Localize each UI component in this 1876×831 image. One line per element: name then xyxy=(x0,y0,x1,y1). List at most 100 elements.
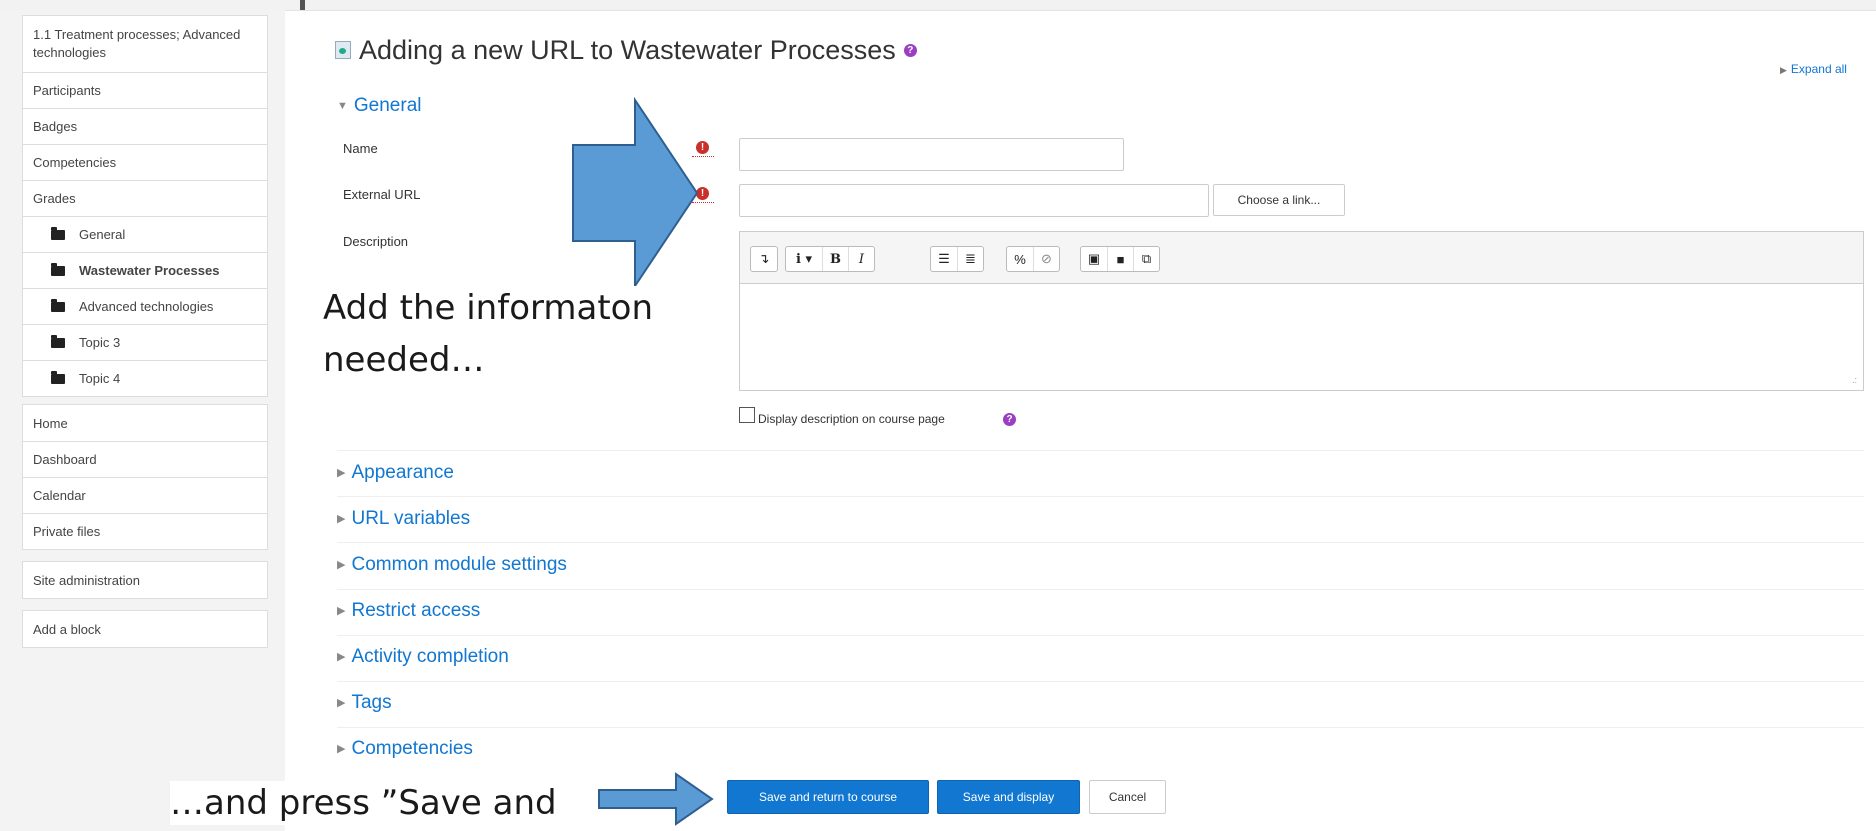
help-icon[interactable]: ? xyxy=(1003,413,1016,426)
section-tags[interactable]: ▶ Tags xyxy=(337,692,392,714)
page-title: Adding a new URL to Wastewater Processes xyxy=(359,34,896,65)
toolbar-group-lists: ☰ ≣ xyxy=(930,246,984,272)
description-editor: ↴ i ▾ B I ☰ ≣ % ⊘ ▣ ■ ⧉ .: xyxy=(739,231,1864,391)
folder-icon xyxy=(51,334,65,348)
toolbar-group-links: % ⊘ xyxy=(1006,246,1060,272)
folder-icon xyxy=(51,370,65,384)
save-and-return-button[interactable]: Save and return to course xyxy=(727,780,929,814)
caret-right-icon: ▶ xyxy=(337,743,346,756)
section-general-header[interactable]: ▼ General xyxy=(337,95,422,117)
image-icon[interactable]: ▣ xyxy=(1081,247,1107,271)
nav-calendar-label: Calendar xyxy=(33,488,86,503)
section-divider xyxy=(337,542,1864,543)
name-label: Name xyxy=(343,141,378,156)
section-competencies[interactable]: ▶ Competencies xyxy=(337,738,473,760)
help-icon[interactable]: ? xyxy=(903,43,917,57)
nav-course-link[interactable]: 1.1 Treatment processes; Advanced techno… xyxy=(23,16,267,72)
caret-right-icon: ▶ xyxy=(337,513,346,526)
nav-competencies[interactable]: Competencies xyxy=(23,144,267,180)
section-common-module-settings[interactable]: ▶ Common module settings xyxy=(337,554,567,576)
nav-section-topic4-label: Topic 4 xyxy=(79,371,121,386)
url-module-icon xyxy=(335,41,351,59)
nav-dashboard-label: Dashboard xyxy=(33,452,97,467)
bold-icon[interactable]: B xyxy=(822,247,848,271)
nav-section-advanced-label: Advanced technologies xyxy=(79,299,214,314)
section-divider xyxy=(337,635,1864,636)
nav-section-topic3-label: Topic 3 xyxy=(79,335,121,350)
left-navigation: 1.1 Treatment processes; Advanced techno… xyxy=(0,10,285,831)
nav-section-wastewater-label: Wastewater Processes xyxy=(79,263,220,278)
nav-course-label: 1.1 Treatment processes; Advanced techno… xyxy=(33,27,241,60)
section-restrict-access-label: Restrict access xyxy=(351,600,481,621)
italic-icon[interactable]: I xyxy=(848,247,874,271)
top-bar-mark xyxy=(300,0,305,10)
page-heading: Adding a new URL to Wastewater Processes… xyxy=(335,30,917,70)
section-common-module-settings-label: Common module settings xyxy=(351,554,567,575)
section-competencies-label: Competencies xyxy=(351,738,473,759)
nav-dashboard[interactable]: Dashboard xyxy=(23,441,267,477)
annotation-arrow-to-save xyxy=(598,772,714,826)
toolbar-group-media: ▣ ■ ⧉ xyxy=(1080,246,1160,272)
toolbar-group-collapse: ↴ xyxy=(750,246,778,272)
nav-section-general[interactable]: General xyxy=(23,216,267,252)
nav-section-wastewater[interactable]: Wastewater Processes xyxy=(23,252,267,288)
section-divider xyxy=(337,727,1864,728)
caret-right-icon: ▶ xyxy=(1780,65,1787,75)
caret-down-icon: ▼ xyxy=(337,99,348,112)
choose-link-button[interactable]: Choose a link... xyxy=(1213,184,1345,216)
nav-section-topic3[interactable]: Topic 3 xyxy=(23,324,267,360)
section-general-label: General xyxy=(353,95,422,116)
nav-grades[interactable]: Grades xyxy=(23,180,267,216)
nav-section-general-label: General xyxy=(79,227,126,242)
nav-private-files[interactable]: Private files xyxy=(23,513,267,549)
nav-badges[interactable]: Badges xyxy=(23,108,267,144)
annotation-text-line1: Add the informaton xyxy=(323,286,654,330)
site-admin-block: Site administration xyxy=(22,561,268,599)
section-divider xyxy=(337,450,1864,451)
section-url-variables[interactable]: ▶ URL variables xyxy=(337,508,470,530)
nav-site-administration[interactable]: Site administration xyxy=(23,562,267,598)
nav-section-topic4[interactable]: Topic 4 xyxy=(23,360,267,396)
editor-toolbar: ↴ i ▾ B I ☰ ≣ % ⊘ ▣ ■ ⧉ xyxy=(740,232,1863,284)
link-icon[interactable]: % xyxy=(1007,247,1033,271)
nav-competencies-label: Competencies xyxy=(33,155,117,170)
save-and-display-button[interactable]: Save and display xyxy=(937,780,1080,814)
video-icon[interactable]: ■ xyxy=(1107,247,1133,271)
section-activity-completion-label: Activity completion xyxy=(351,646,509,667)
ordered-list-icon[interactable]: ≣ xyxy=(957,247,983,271)
folder-icon xyxy=(51,262,65,276)
nav-home-label: Home xyxy=(33,415,68,431)
unordered-list-icon[interactable]: ☰ xyxy=(931,247,957,271)
caret-right-icon: ▶ xyxy=(337,559,346,572)
resize-handle-icon[interactable]: .: xyxy=(1852,375,1857,385)
add-block-link[interactable]: Add a block xyxy=(23,611,267,647)
nav-site-administration-label: Site administration xyxy=(33,572,140,588)
caret-right-icon: ▶ xyxy=(337,697,346,710)
name-input[interactable] xyxy=(739,138,1124,171)
paragraph-style-icon[interactable]: i ▾ xyxy=(786,247,822,271)
cancel-button[interactable]: Cancel xyxy=(1089,780,1166,814)
editor-content-area[interactable]: .: xyxy=(740,284,1863,390)
unlink-icon[interactable]: ⊘ xyxy=(1033,247,1059,271)
section-activity-completion[interactable]: ▶ Activity completion xyxy=(337,646,509,668)
section-restrict-access[interactable]: ▶ Restrict access xyxy=(337,600,480,622)
nav-calendar[interactable]: Calendar xyxy=(23,477,267,513)
section-tags-label: Tags xyxy=(351,692,392,713)
nav-home[interactable]: Home xyxy=(23,405,267,441)
external-url-input[interactable] xyxy=(739,184,1209,217)
nav-participants-label: Participants xyxy=(33,83,101,98)
add-block-box: Add a block xyxy=(22,610,268,648)
nav-participants[interactable]: Participants xyxy=(23,72,267,108)
toolbar-toggle-icon[interactable]: ↴ xyxy=(751,247,777,271)
site-nav-block: Home Dashboard Calendar Private files xyxy=(22,404,268,550)
caret-right-icon: ▶ xyxy=(337,651,346,664)
nav-section-advanced[interactable]: Advanced technologies xyxy=(23,288,267,324)
caret-right-icon: ▶ xyxy=(337,605,346,618)
section-appearance[interactable]: ▶ Appearance xyxy=(337,462,454,484)
manage-files-icon[interactable]: ⧉ xyxy=(1133,247,1159,271)
annotation-arrow-right xyxy=(572,96,699,290)
expand-all-link[interactable]: ▶ Expand all xyxy=(1780,62,1847,76)
nav-private-files-label: Private files xyxy=(33,524,101,539)
annotation-text-press: …and press ”Save and xyxy=(170,781,557,825)
display-description-checkbox[interactable] xyxy=(739,407,755,423)
